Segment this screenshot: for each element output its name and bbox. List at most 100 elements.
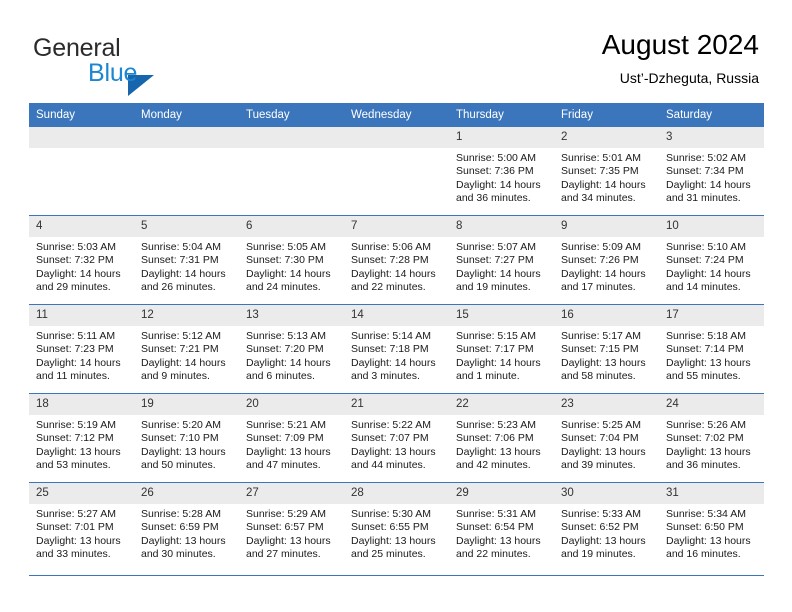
calendar-day-cell[interactable]: 13 Sunrise: 5:13 AM Sunset: 7:20 PM Dayl… xyxy=(239,304,344,394)
day-details: Sunrise: 5:31 AM Sunset: 6:54 PM Dayligh… xyxy=(449,504,554,562)
day-number: 17 xyxy=(659,305,764,326)
calendar-day-cell[interactable] xyxy=(134,127,239,216)
calendar-day-cell[interactable]: 23 Sunrise: 5:25 AM Sunset: 7:04 PM Dayl… xyxy=(554,393,659,483)
daylight-text-line1: Daylight: 13 hours xyxy=(141,534,226,547)
sunset-text: Sunset: 6:55 PM xyxy=(351,521,429,534)
calendar-day-cell[interactable]: 2 Sunrise: 5:01 AM Sunset: 7:35 PM Dayli… xyxy=(554,127,659,216)
calendar-day-cell[interactable]: 25 Sunrise: 5:27 AM Sunset: 7:01 PM Dayl… xyxy=(29,482,134,571)
sunrise-text: Sunrise: 5:03 AM xyxy=(36,241,116,253)
daylight-text-line1: Daylight: 14 hours xyxy=(666,267,751,280)
calendar-body: 1 Sunrise: 5:00 AM Sunset: 7:36 PM Dayli… xyxy=(29,127,764,571)
day-number: 20 xyxy=(239,394,344,415)
day-number: 8 xyxy=(449,216,554,237)
daylight-text-line2: and 27 minutes. xyxy=(246,548,321,561)
page-header: General Blue August 2024 Ust’-Dzheguta, … xyxy=(0,0,792,100)
calendar-day-cell[interactable]: 4 Sunrise: 5:03 AM Sunset: 7:32 PM Dayli… xyxy=(29,215,134,305)
calendar-day-cell[interactable]: 8 Sunrise: 5:07 AM Sunset: 7:27 PM Dayli… xyxy=(449,215,554,305)
sunrise-text: Sunrise: 5:19 AM xyxy=(36,419,116,431)
calendar-day-cell[interactable]: 24 Sunrise: 5:26 AM Sunset: 7:02 PM Dayl… xyxy=(659,393,764,483)
day-details: Sunrise: 5:34 AM Sunset: 6:50 PM Dayligh… xyxy=(659,504,764,562)
daylight-text-line1: Daylight: 14 hours xyxy=(666,178,751,191)
daylight-text-line2: and 26 minutes. xyxy=(141,281,216,294)
sunrise-text: Sunrise: 5:18 AM xyxy=(666,330,746,342)
calendar-day-cell[interactable]: 3 Sunrise: 5:02 AM Sunset: 7:34 PM Dayli… xyxy=(659,127,764,216)
sunset-text: Sunset: 7:26 PM xyxy=(561,254,639,267)
sunset-text: Sunset: 7:06 PM xyxy=(456,432,534,445)
daylight-text-line1: Daylight: 13 hours xyxy=(36,445,121,458)
sunset-text: Sunset: 7:30 PM xyxy=(246,254,324,267)
calendar-day-cell[interactable]: 11 Sunrise: 5:11 AM Sunset: 7:23 PM Dayl… xyxy=(29,304,134,394)
calendar-day-cell[interactable]: 17 Sunrise: 5:18 AM Sunset: 7:14 PM Dayl… xyxy=(659,304,764,394)
day-number: 25 xyxy=(29,483,134,504)
calendar-day-cell[interactable]: 9 Sunrise: 5:09 AM Sunset: 7:26 PM Dayli… xyxy=(554,215,659,305)
day-details: Sunrise: 5:26 AM Sunset: 7:02 PM Dayligh… xyxy=(659,415,764,473)
daylight-text-line2: and 58 minutes. xyxy=(561,370,636,383)
daylight-text-line2: and 9 minutes. xyxy=(141,370,210,383)
day-number: 23 xyxy=(554,394,659,415)
day-number: 12 xyxy=(134,305,239,326)
daylight-text-line1: Daylight: 14 hours xyxy=(351,267,436,280)
calendar-day-cell[interactable]: 29 Sunrise: 5:31 AM Sunset: 6:54 PM Dayl… xyxy=(449,482,554,571)
day-number: 4 xyxy=(29,216,134,237)
weekday-header-tuesday: Tuesday xyxy=(239,103,344,127)
day-number: 31 xyxy=(659,483,764,504)
calendar-day-cell[interactable]: 26 Sunrise: 5:28 AM Sunset: 6:59 PM Dayl… xyxy=(134,482,239,571)
calendar-day-cell[interactable]: 21 Sunrise: 5:22 AM Sunset: 7:07 PM Dayl… xyxy=(344,393,449,483)
calendar-day-cell[interactable]: 30 Sunrise: 5:33 AM Sunset: 6:52 PM Dayl… xyxy=(554,482,659,571)
day-details: Sunrise: 5:27 AM Sunset: 7:01 PM Dayligh… xyxy=(29,504,134,562)
calendar-day-cell[interactable] xyxy=(344,127,449,216)
brand-logo[interactable]: General Blue xyxy=(33,34,263,96)
daylight-text-line1: Daylight: 14 hours xyxy=(141,356,226,369)
calendar-day-cell[interactable]: 15 Sunrise: 5:15 AM Sunset: 7:17 PM Dayl… xyxy=(449,304,554,394)
calendar-day-cell[interactable]: 22 Sunrise: 5:23 AM Sunset: 7:06 PM Dayl… xyxy=(449,393,554,483)
page-subtitle: Ust’-Dzheguta, Russia xyxy=(619,70,759,86)
sunrise-text: Sunrise: 5:06 AM xyxy=(351,241,431,253)
calendar-day-cell[interactable]: 19 Sunrise: 5:20 AM Sunset: 7:10 PM Dayl… xyxy=(134,393,239,483)
calendar-day-cell[interactable] xyxy=(239,127,344,216)
sunrise-text: Sunrise: 5:13 AM xyxy=(246,330,326,342)
calendar-day-cell[interactable]: 5 Sunrise: 5:04 AM Sunset: 7:31 PM Dayli… xyxy=(134,215,239,305)
sunset-text: Sunset: 7:17 PM xyxy=(456,343,534,356)
calendar-day-cell[interactable]: 10 Sunrise: 5:10 AM Sunset: 7:24 PM Dayl… xyxy=(659,215,764,305)
sunrise-text: Sunrise: 5:29 AM xyxy=(246,508,326,520)
daylight-text-line2: and 14 minutes. xyxy=(666,281,741,294)
calendar-day-cell[interactable]: 1 Sunrise: 5:00 AM Sunset: 7:36 PM Dayli… xyxy=(449,127,554,216)
sunrise-text: Sunrise: 5:05 AM xyxy=(246,241,326,253)
sunset-text: Sunset: 7:28 PM xyxy=(351,254,429,267)
daylight-text-line2: and 3 minutes. xyxy=(351,370,420,383)
calendar-day-cell[interactable] xyxy=(29,127,134,216)
day-number: 6 xyxy=(239,216,344,237)
day-details: Sunrise: 5:01 AM Sunset: 7:35 PM Dayligh… xyxy=(554,148,659,206)
daylight-text-line2: and 24 minutes. xyxy=(246,281,321,294)
sunrise-text: Sunrise: 5:33 AM xyxy=(561,508,641,520)
sunrise-text: Sunrise: 5:12 AM xyxy=(141,330,221,342)
calendar-day-cell[interactable]: 12 Sunrise: 5:12 AM Sunset: 7:21 PM Dayl… xyxy=(134,304,239,394)
calendar-day-cell[interactable]: 27 Sunrise: 5:29 AM Sunset: 6:57 PM Dayl… xyxy=(239,482,344,571)
sunset-text: Sunset: 7:24 PM xyxy=(666,254,744,267)
calendar-day-cell[interactable]: 14 Sunrise: 5:14 AM Sunset: 7:18 PM Dayl… xyxy=(344,304,449,394)
day-number: 28 xyxy=(344,483,449,504)
daylight-text-line2: and 19 minutes. xyxy=(561,548,636,561)
day-details: Sunrise: 5:21 AM Sunset: 7:09 PM Dayligh… xyxy=(239,415,344,473)
calendar-day-cell[interactable]: 31 Sunrise: 5:34 AM Sunset: 6:50 PM Dayl… xyxy=(659,482,764,571)
sunrise-text: Sunrise: 5:04 AM xyxy=(141,241,221,253)
calendar-day-cell[interactable]: 16 Sunrise: 5:17 AM Sunset: 7:15 PM Dayl… xyxy=(554,304,659,394)
daylight-text-line2: and 50 minutes. xyxy=(141,459,216,472)
daylight-text-line1: Daylight: 14 hours xyxy=(36,267,121,280)
day-details: Sunrise: 5:05 AM Sunset: 7:30 PM Dayligh… xyxy=(239,237,344,295)
day-number xyxy=(29,127,134,148)
sunset-text: Sunset: 7:10 PM xyxy=(141,432,219,445)
calendar-day-cell[interactable]: 18 Sunrise: 5:19 AM Sunset: 7:12 PM Dayl… xyxy=(29,393,134,483)
daylight-text-line1: Daylight: 13 hours xyxy=(666,445,751,458)
sunrise-text: Sunrise: 5:34 AM xyxy=(666,508,746,520)
sunset-text: Sunset: 7:21 PM xyxy=(141,343,219,356)
day-number: 26 xyxy=(134,483,239,504)
calendar-day-cell[interactable]: 20 Sunrise: 5:21 AM Sunset: 7:09 PM Dayl… xyxy=(239,393,344,483)
calendar-day-cell[interactable]: 7 Sunrise: 5:06 AM Sunset: 7:28 PM Dayli… xyxy=(344,215,449,305)
sunset-text: Sunset: 7:35 PM xyxy=(561,165,639,178)
day-details: Sunrise: 5:17 AM Sunset: 7:15 PM Dayligh… xyxy=(554,326,659,384)
daylight-text-line2: and 53 minutes. xyxy=(36,459,111,472)
calendar-day-cell[interactable]: 28 Sunrise: 5:30 AM Sunset: 6:55 PM Dayl… xyxy=(344,482,449,571)
calendar-day-cell[interactable]: 6 Sunrise: 5:05 AM Sunset: 7:30 PM Dayli… xyxy=(239,215,344,305)
sunrise-text: Sunrise: 5:15 AM xyxy=(456,330,536,342)
